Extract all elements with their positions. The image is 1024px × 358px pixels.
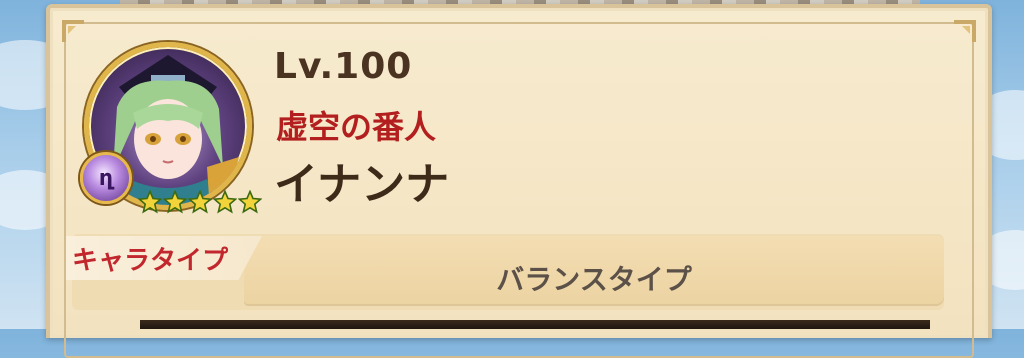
void-element-icon: ղ <box>80 152 132 204</box>
corner-ornament-icon <box>60 18 86 44</box>
chara-type-value: バランスタイプ <box>496 263 692 296</box>
character-name: イナンナ <box>274 159 450 210</box>
character-title: 虚空の番人 <box>276 108 437 146</box>
character-level: Lv.100 <box>274 46 413 87</box>
chara-type-label: キャラタイプ <box>72 246 229 276</box>
star-icon <box>238 190 262 214</box>
corner-ornament-icon <box>952 18 978 44</box>
star-icon <box>138 190 162 214</box>
star-icon <box>163 190 187 214</box>
panel-bottom-edge <box>140 320 930 329</box>
star-icon <box>188 190 212 214</box>
star-icon <box>213 190 237 214</box>
rarity-stars <box>138 190 262 214</box>
